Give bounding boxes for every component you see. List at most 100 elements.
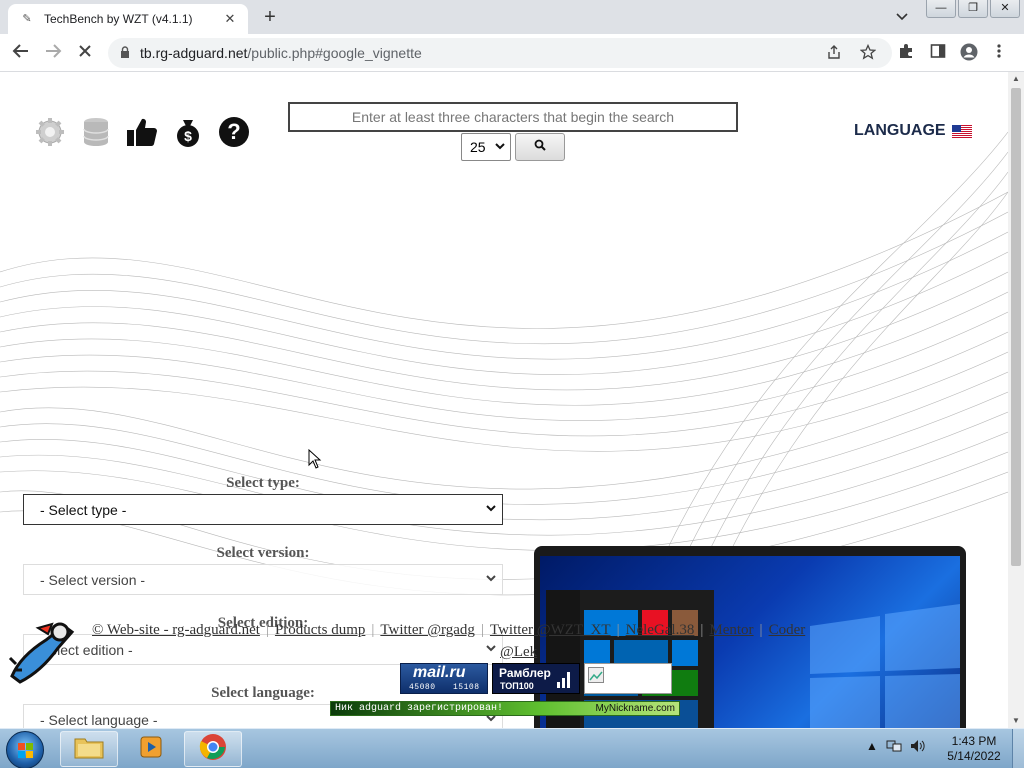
thumbs-up-icon[interactable] bbox=[126, 116, 158, 148]
screen: { "browser": { "tab": { "title": "TechBe… bbox=[0, 0, 1024, 768]
new-tab-button[interactable]: + bbox=[258, 6, 282, 28]
rambler-subtitle: ТОП100 bbox=[500, 681, 534, 691]
help-question-icon[interactable]: ? bbox=[218, 116, 250, 148]
footer-separator: | bbox=[759, 622, 763, 638]
svg-text:$: $ bbox=[184, 128, 192, 144]
results-count-value: 25 bbox=[470, 139, 486, 155]
select-version-dropdown[interactable]: - Select version - bbox=[23, 564, 503, 595]
address-bar[interactable]: tb.rg-adguard.net/public.php#google_vign… bbox=[108, 38, 892, 68]
url-path: /public.php#google_vignette bbox=[247, 45, 422, 61]
show-hidden-icons-icon[interactable]: ▲ bbox=[866, 739, 878, 756]
media-player-icon bbox=[138, 734, 164, 765]
footer-link-twitter-wzt[interactable]: Twitter @WZT_XT bbox=[490, 622, 611, 639]
mynickname-banner[interactable]: Ник adguard зарегистрирован! MyNickname.… bbox=[330, 701, 680, 716]
broken-image-badge[interactable] bbox=[584, 663, 672, 694]
lock-icon[interactable] bbox=[120, 45, 130, 61]
select-type-value: - Select type - bbox=[40, 501, 127, 518]
share-icon[interactable] bbox=[826, 44, 842, 64]
footer-link-lek[interactable]: @Lek bbox=[500, 644, 537, 661]
taskbar-explorer-button[interactable] bbox=[60, 731, 118, 767]
footer-link-website[interactable]: © Web-site - rg-adguard.net bbox=[92, 622, 260, 639]
footer-separator: | bbox=[616, 622, 620, 638]
taskbar-chrome-button[interactable] bbox=[184, 731, 242, 767]
browser-toolbar: tb.rg-adguard.net/public.php#google_vign… bbox=[0, 34, 1024, 72]
chrome-icon bbox=[199, 733, 227, 766]
select-type-dropdown[interactable]: - Select type - bbox=[23, 494, 503, 525]
mail-ru-title: mail.ru bbox=[413, 664, 466, 681]
clock-date: 5/14/2022 bbox=[947, 749, 1001, 763]
rambler-title: Рамблер bbox=[499, 666, 551, 680]
back-arrow-icon[interactable] bbox=[10, 42, 32, 64]
windows-logo-icon bbox=[18, 743, 33, 758]
footer-link-coder[interactable]: Coder bbox=[769, 622, 806, 639]
language-button[interactable]: LANGUAGE bbox=[854, 122, 972, 140]
tab-search-chevron-icon[interactable] bbox=[896, 8, 908, 24]
nickname-text: Ник adguard зарегистрирован! bbox=[335, 703, 504, 714]
start-button[interactable] bbox=[6, 731, 44, 768]
search-button[interactable] bbox=[515, 133, 565, 161]
signal-bars-icon bbox=[557, 670, 573, 693]
select-version-label: Select version: bbox=[216, 545, 310, 561]
results-count-select[interactable]: 25 bbox=[461, 133, 511, 161]
mouse-cursor-icon bbox=[308, 449, 322, 469]
money-bag-icon[interactable]: $ bbox=[172, 116, 204, 148]
profile-avatar-icon[interactable] bbox=[960, 43, 978, 65]
chevron-down-icon bbox=[486, 574, 496, 585]
taskbar-clock[interactable]: 1:43 PM 5/14/2022 bbox=[944, 734, 1004, 764]
select-language-value: - Select language - bbox=[40, 711, 158, 728]
search-input[interactable] bbox=[288, 102, 738, 132]
mail-ru-count-1: 45080 bbox=[409, 683, 436, 692]
footer-link-twitter-rgadg[interactable]: Twitter @rgadg bbox=[380, 622, 475, 639]
rambler-top100-badge[interactable]: Рамблер ТОП100 bbox=[492, 663, 580, 694]
minimize-button[interactable]: — bbox=[926, 0, 956, 18]
folder-icon bbox=[74, 735, 104, 764]
network-icon[interactable] bbox=[886, 739, 902, 756]
settings-gear-icon[interactable] bbox=[34, 116, 66, 148]
mail-ru-count-2: 15108 bbox=[453, 683, 480, 692]
taskbar-media-player-button[interactable] bbox=[122, 731, 180, 767]
clock-time: 1:43 PM bbox=[951, 734, 997, 748]
mascot-logo-icon bbox=[8, 622, 75, 684]
scroll-up-arrow-icon[interactable]: ▲ bbox=[1008, 72, 1024, 86]
browser-tab[interactable]: ✎ TechBench by WZT (v4.1.1) ✕ bbox=[8, 4, 248, 34]
restore-button[interactable]: ❐ bbox=[958, 0, 988, 18]
footer-link-negal[interactable]: NeleGal.38 bbox=[626, 622, 695, 639]
mail-ru-counter-badge[interactable]: mail.ru 45080 15108 bbox=[400, 663, 488, 694]
show-desktop-button[interactable] bbox=[1012, 729, 1024, 768]
search-icon bbox=[534, 138, 546, 156]
system-tray: ▲ bbox=[866, 739, 926, 756]
chevron-down-icon bbox=[486, 644, 496, 655]
page-viewport: $ ? 25 LANGUAGE Select type: - Select ty… bbox=[0, 72, 1008, 728]
svg-text:?: ? bbox=[227, 119, 240, 144]
page-scrollbar[interactable]: ▲ ▼ bbox=[1008, 72, 1024, 728]
footer-links: © Web-site - rg-adguard.net | Products d… bbox=[92, 622, 805, 639]
footer-separator: | bbox=[265, 622, 269, 638]
broken-image-icon bbox=[588, 667, 604, 688]
extensions-puzzle-icon[interactable] bbox=[898, 43, 914, 63]
close-window-button[interactable]: ✕ bbox=[990, 0, 1020, 18]
stop-loading-icon[interactable] bbox=[74, 42, 96, 64]
tab-title: TechBench by WZT (v4.1.1) bbox=[44, 12, 193, 26]
bookmark-star-icon[interactable] bbox=[859, 43, 877, 64]
language-label: LANGUAGE bbox=[854, 122, 946, 139]
nickname-site: MyNickname.com bbox=[595, 703, 675, 714]
select-type-label: Select type: bbox=[226, 475, 300, 491]
footer-link-products-dump[interactable]: Products dump bbox=[275, 622, 365, 639]
chevron-down-icon bbox=[495, 142, 505, 152]
window-controls: — ❐ ✕ bbox=[926, 0, 1020, 18]
footer-separator: | bbox=[700, 622, 704, 638]
toolbar-icons: $ ? bbox=[34, 116, 250, 148]
scroll-down-arrow-icon[interactable]: ▼ bbox=[1008, 714, 1024, 728]
database-icon[interactable] bbox=[80, 116, 112, 148]
footer-separator: | bbox=[480, 622, 484, 638]
volume-icon[interactable] bbox=[910, 739, 926, 756]
footer-separator: | bbox=[371, 622, 375, 638]
scroll-thumb[interactable] bbox=[1011, 88, 1021, 566]
forward-arrow-icon[interactable] bbox=[42, 42, 64, 64]
footer-link-mentor[interactable]: Mentor bbox=[709, 622, 753, 639]
us-flag-icon bbox=[951, 124, 972, 138]
side-panel-icon[interactable] bbox=[930, 43, 946, 63]
menu-kebab-icon[interactable] bbox=[996, 43, 1002, 63]
tab-favicon-icon: ✎ bbox=[22, 13, 32, 25]
tab-close-icon[interactable]: ✕ bbox=[222, 11, 238, 27]
